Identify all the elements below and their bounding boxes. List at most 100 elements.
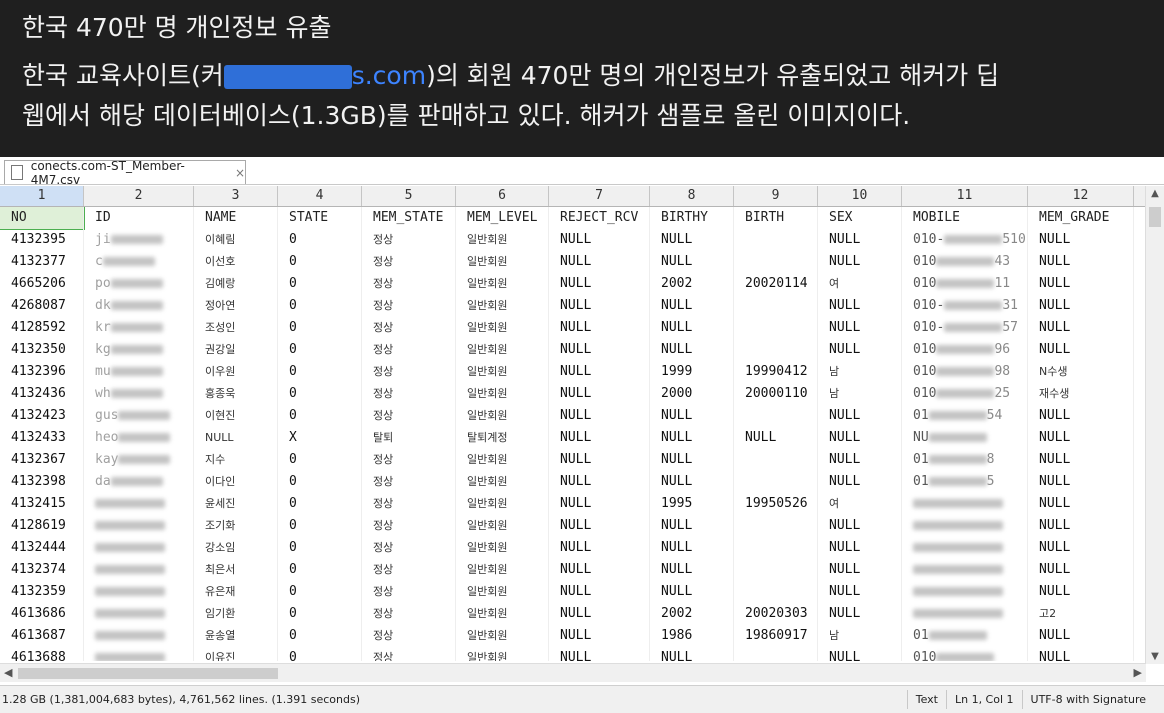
table-cell[interactable] xyxy=(734,339,818,361)
table-cell[interactable]: NULL xyxy=(818,427,902,449)
table-cell[interactable]: 19950526 xyxy=(734,493,818,515)
table-cell[interactable]: NULL xyxy=(650,515,734,537)
table-cell[interactable]: 일반회원 xyxy=(456,317,549,339)
table-cell[interactable]: 0 xyxy=(278,229,362,251)
table-cell[interactable]: NULL xyxy=(1028,493,1134,515)
table-cell[interactable]: 0 xyxy=(278,361,362,383)
table-cell[interactable]: kg xyxy=(84,339,194,361)
table-cell[interactable]: NULL xyxy=(818,449,902,471)
table-cell[interactable]: 4132395 xyxy=(0,229,84,251)
table-cell[interactable]: 남 xyxy=(818,361,902,383)
table-cell[interactable]: 0 xyxy=(278,603,362,625)
table-cell[interactable] xyxy=(84,625,194,647)
table-cell[interactable]: NULL xyxy=(818,581,902,603)
column-number-1[interactable]: 1 xyxy=(0,186,84,206)
table-cell[interactable]: NULL xyxy=(818,295,902,317)
table-cell[interactable]: 정아연 xyxy=(194,295,278,317)
table-cell[interactable]: 일반회원 xyxy=(456,559,549,581)
table-cell[interactable]: wh xyxy=(84,383,194,405)
news-link-tail[interactable]: s.com xyxy=(352,61,426,90)
column-number-12[interactable]: 12 xyxy=(1028,186,1134,206)
table-row[interactable]: 4613687 윤송열 0 정상 일반회원 NULL 1986 19860917 남 01 NULL… xyxy=(0,625,1146,647)
scroll-left-icon[interactable]: ◀ xyxy=(4,664,12,682)
table-cell[interactable]: NULL xyxy=(818,317,902,339)
table-cell[interactable]: 홍종욱 xyxy=(194,383,278,405)
table-cell[interactable]: NULL xyxy=(650,229,734,251)
table-cell[interactable]: 0 xyxy=(278,317,362,339)
table-cell[interactable]: NULL xyxy=(549,405,650,427)
table-cell[interactable]: 4613687 xyxy=(0,625,84,647)
table-cell[interactable]: NULL xyxy=(1028,559,1134,581)
table-header-cell[interactable]: MOBILE xyxy=(902,207,1028,229)
table-cell[interactable]: 조기화 xyxy=(194,515,278,537)
table-cell[interactable]: 4132396 xyxy=(0,361,84,383)
table-cell[interactable]: 최은서 xyxy=(194,559,278,581)
table-cell[interactable]: NULL xyxy=(818,229,902,251)
table-cell[interactable]: 4132436 xyxy=(0,383,84,405)
table-cell[interactable]: NULL xyxy=(650,559,734,581)
table-row[interactable]: 4132395 ji 이혜림 0 정상 일반회원 NULL NULL NULL 010- 510 NU… xyxy=(0,229,1146,251)
table-cell[interactable]: 정상 xyxy=(362,361,456,383)
table-cell[interactable]: 정상 xyxy=(362,581,456,603)
table-cell[interactable]: NULL xyxy=(549,471,650,493)
table-cell[interactable]: 4132444 xyxy=(0,537,84,559)
table-cell[interactable]: NULL xyxy=(650,295,734,317)
table-cell[interactable]: NULL xyxy=(650,449,734,471)
table-row[interactable]: 4132374최은서0정상일반회원NULLNULLNULLNULLNU xyxy=(0,559,1146,581)
table-cell[interactable]: 정상 xyxy=(362,449,456,471)
table-row[interactable]: 4613686임기환0정상일반회원NULL200220020303NULL고2D… xyxy=(0,603,1146,625)
table-cell[interactable]: 이현진 xyxy=(194,405,278,427)
table-cell[interactable]: 1986 xyxy=(650,625,734,647)
table-cell[interactable]: NULL xyxy=(818,559,902,581)
table-cell[interactable]: 윤송열 xyxy=(194,625,278,647)
table-cell[interactable]: NULL xyxy=(549,273,650,295)
table-cell[interactable]: 김예랑 xyxy=(194,273,278,295)
column-number-3[interactable]: 3 xyxy=(194,186,278,206)
table-cell[interactable]: NULL xyxy=(1028,581,1134,603)
table-cell[interactable] xyxy=(902,493,1028,515)
table-cell[interactable]: NULL xyxy=(194,427,278,449)
table-row[interactable]: 4132350 kg 권강일 0 정상 일반회원 NULL NULL NULL 010 96 NULL… xyxy=(0,339,1146,361)
table-cell[interactable]: NULL xyxy=(549,559,650,581)
table-cell[interactable]: 임기환 xyxy=(194,603,278,625)
table-cell[interactable] xyxy=(84,603,194,625)
table-cell[interactable]: NULL xyxy=(549,383,650,405)
table-cell[interactable]: 2002 xyxy=(650,273,734,295)
table-cell[interactable]: 4132359 xyxy=(0,581,84,603)
table-cell[interactable] xyxy=(902,537,1028,559)
table-cell[interactable]: NULL xyxy=(549,647,650,661)
column-number-5[interactable]: 5 xyxy=(362,186,456,206)
file-tab[interactable]: conects.com-ST_Member-4M7.csv × xyxy=(4,159,246,187)
table-cell[interactable]: NULL xyxy=(1028,317,1134,339)
table-cell[interactable]: 0 xyxy=(278,405,362,427)
table-header-cell[interactable]: ID xyxy=(84,207,194,229)
table-cell[interactable]: NULL xyxy=(818,251,902,273)
table-cell[interactable]: NULL xyxy=(818,515,902,537)
table-cell[interactable]: NULL xyxy=(549,537,650,559)
table-cell[interactable]: 정상 xyxy=(362,229,456,251)
table-cell[interactable]: NULL xyxy=(818,405,902,427)
table-cell[interactable]: 0 xyxy=(278,625,362,647)
column-number-10[interactable]: 10 xyxy=(818,186,902,206)
table-cell[interactable]: c xyxy=(84,251,194,273)
table-cell[interactable]: 강소임 xyxy=(194,537,278,559)
table-cell[interactable]: 010 98 xyxy=(902,361,1028,383)
table-cell[interactable]: mu xyxy=(84,361,194,383)
table-cell[interactable] xyxy=(734,317,818,339)
table-cell[interactable]: 0 xyxy=(278,515,362,537)
table-cell[interactable]: NULL xyxy=(650,581,734,603)
table-cell[interactable]: 4128619 xyxy=(0,515,84,537)
table-cell[interactable] xyxy=(734,295,818,317)
table-cell[interactable]: 정상 xyxy=(362,603,456,625)
table-cell[interactable]: 유은재 xyxy=(194,581,278,603)
table-row[interactable]: 4613688이유진0정상일반회원NULLNULLNULL010NULLNU xyxy=(0,647,1146,661)
table-cell[interactable]: gus xyxy=(84,405,194,427)
table-cell[interactable]: 정상 xyxy=(362,251,456,273)
table-cell[interactable]: 01 54 xyxy=(902,405,1028,427)
table-cell[interactable]: 2002 xyxy=(650,603,734,625)
table-cell[interactable]: NULL xyxy=(650,317,734,339)
table-cell[interactable]: NULL xyxy=(818,603,902,625)
table-cell[interactable]: 20020303 xyxy=(734,603,818,625)
table-cell[interactable] xyxy=(902,515,1028,537)
table-cell[interactable]: NULL xyxy=(549,449,650,471)
